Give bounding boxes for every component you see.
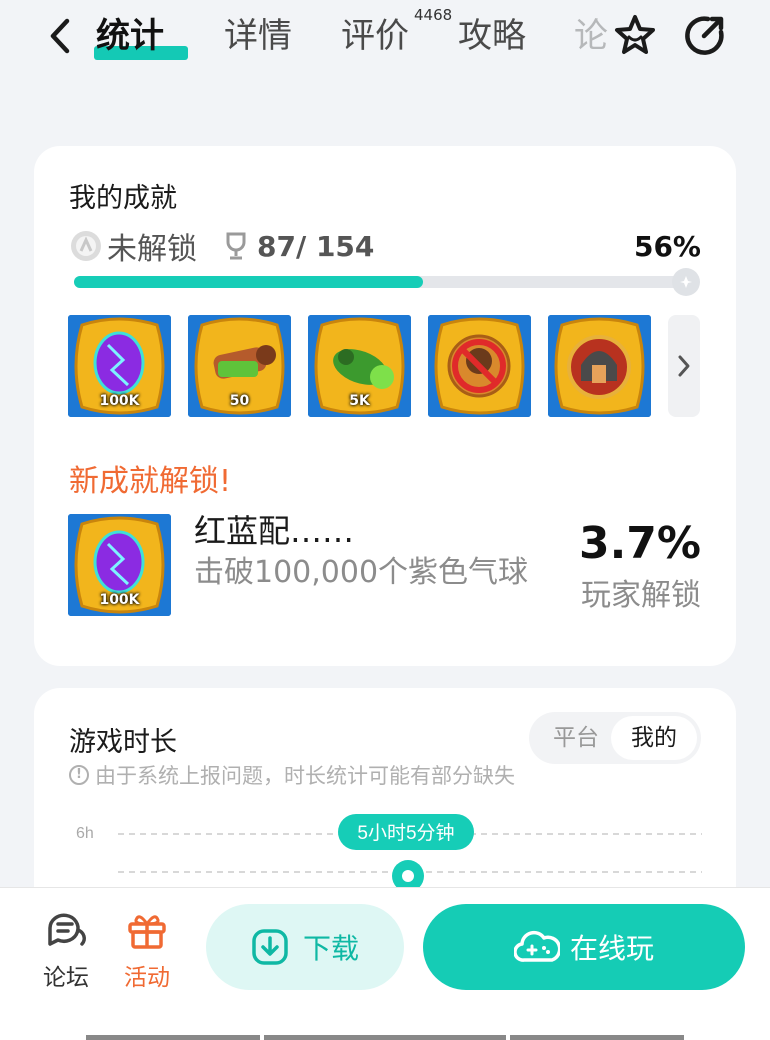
forum-label: 论坛 [43, 965, 89, 991]
home-indicator [510, 1035, 684, 1040]
top-nav: 统计 详情 评价 4468 攻略 论 [0, 0, 770, 80]
locked-label: 未解锁 [107, 232, 197, 267]
badge-label: 100K [99, 592, 140, 608]
playtime-title: 游戏时长 [69, 727, 177, 758]
trophy-icon [226, 232, 246, 260]
new-achievement-percent: 3.7% [578, 518, 701, 569]
forum-button[interactable]: 论坛 [36, 910, 96, 992]
new-achievement-name: 红蓝配…… [194, 512, 355, 550]
progress-end-medal-icon [672, 268, 700, 296]
new-achievement-percent-label: 玩家解锁 [581, 578, 701, 613]
achievement-badge-list: 100K 50 5K [68, 315, 708, 417]
home-indicator [86, 1035, 260, 1040]
star-icon[interactable] [612, 12, 658, 58]
spartan-helmet-badge[interactable] [548, 315, 651, 417]
gamepad-cloud-icon [513, 930, 560, 962]
new-achievement-heading: 新成就解锁! [69, 464, 232, 499]
playtime-note: ! 由于系统上报问题，时长统计可能有部分缺失 [69, 760, 515, 790]
bottom-action-bar: 论坛 活动 下载 在线玩 [0, 887, 770, 1040]
locked-medal-icon [71, 231, 101, 261]
play-online-button[interactable]: 在线玩 [423, 904, 745, 990]
gift-icon [128, 915, 166, 949]
home-indicator [264, 1035, 506, 1040]
activity-label: 活动 [124, 965, 170, 991]
achievement-count: 87/ 154 [257, 229, 375, 263]
play-online-label: 在线玩 [569, 932, 654, 965]
download-icon [252, 929, 288, 965]
achievement-stats: 未解锁 87/ 154 56% [69, 226, 701, 267]
green-bomb-badge[interactable]: 5K [308, 315, 411, 417]
tab-reviews[interactable]: 评价 [341, 14, 409, 58]
achievement-percent: 56% [633, 229, 701, 263]
badge-label: 100K [99, 393, 140, 409]
toggle-platform[interactable]: 平台 [533, 716, 619, 760]
tab-forum[interactable]: 论 [574, 14, 608, 58]
info-icon: ! [69, 765, 89, 785]
chat-icon [48, 913, 86, 946]
playtime-toggle: 平台 我的 [529, 712, 701, 764]
achievements-title: 我的成就 [69, 183, 177, 214]
new-achievement-description: 击破100,000个紫色气球 [194, 555, 529, 590]
cannon-badge[interactable]: 50 [188, 315, 291, 417]
toggle-mine[interactable]: 我的 [611, 716, 697, 760]
download-label: 下载 [302, 932, 359, 965]
share-icon[interactable] [682, 12, 728, 58]
tab-details[interactable]: 详情 [224, 14, 292, 58]
back-icon[interactable] [40, 14, 80, 58]
progress-fill [74, 276, 424, 288]
data-point-center [402, 870, 414, 882]
badge-label: 50 [229, 393, 250, 409]
activity-button[interactable]: 活动 [117, 910, 177, 992]
tab-stats[interactable]: 统计 [96, 14, 164, 58]
download-button[interactable]: 下载 [206, 904, 404, 990]
badge-label: 5K [349, 393, 370, 409]
playtime-note-text: 由于系统上报问题，时长统计可能有部分缺失 [95, 764, 515, 788]
no-monkey-badge[interactable] [428, 315, 531, 417]
tooltip-text: 5小时5分钟 [357, 822, 454, 844]
y-tick-6h: 6h [76, 825, 94, 842]
reviews-count-badge: 4468 [414, 6, 453, 24]
purple-balloon-badge[interactable]: 100K [68, 315, 171, 417]
chevron-right-icon [678, 355, 690, 377]
achievement-progress-bar [74, 268, 700, 296]
more-badges-button[interactable] [668, 315, 700, 417]
tab-guides[interactable]: 攻略 [458, 14, 526, 58]
new-achievement-badge[interactable]: 100K [68, 514, 171, 616]
achievements-card: 我的成就 未解锁 87/ 154 56% 100K 50 5K 新成就解锁! 1… [34, 146, 736, 666]
